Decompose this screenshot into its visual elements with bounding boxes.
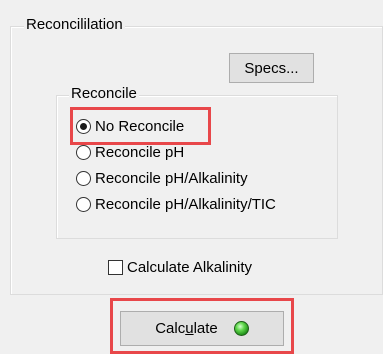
reconcile-group-title: Reconcile xyxy=(69,85,139,103)
specs-button-label: Specs... xyxy=(244,59,299,77)
calculate-button-label: Calculate xyxy=(155,320,218,337)
calculate-button[interactable]: Calculate xyxy=(120,311,284,346)
specs-button[interactable]: Specs... xyxy=(229,53,314,83)
radio-no-reconcile[interactable]: No Reconcile xyxy=(76,115,184,137)
checkbox-unchecked-icon[interactable] xyxy=(108,259,123,275)
radio-reconcile-ph-label: Reconcile pH xyxy=(95,143,185,161)
radio-reconcile-ph-alkalinity-tic[interactable]: Reconcile pH/Alkalinity/TIC xyxy=(76,193,276,215)
radio-reconcile-ph-alkalinity[interactable]: Reconcile pH/Alkalinity xyxy=(76,167,248,189)
calculate-alkalinity-checkbox[interactable]: Calculate Alkalinity xyxy=(108,256,252,278)
radio-reconcile-ph-alkalinity-tic-label: Reconcile pH/Alkalinity/TIC xyxy=(95,195,276,213)
green-led-icon xyxy=(233,321,249,336)
radio-unselected-icon[interactable] xyxy=(76,196,91,212)
radio-reconcile-ph[interactable]: Reconcile pH xyxy=(76,141,184,163)
radio-unselected-icon[interactable] xyxy=(76,144,91,160)
radio-unselected-icon[interactable] xyxy=(76,170,91,186)
radio-reconcile-ph-alkalinity-label: Reconcile pH/Alkalinity xyxy=(95,169,248,187)
radio-selected-icon[interactable] xyxy=(76,118,91,134)
calculate-alkalinity-label: Calculate Alkalinity xyxy=(127,258,253,276)
radio-no-reconcile-label: No Reconcile xyxy=(95,117,185,135)
reconciliation-group-title: Reconcililation xyxy=(24,16,125,34)
